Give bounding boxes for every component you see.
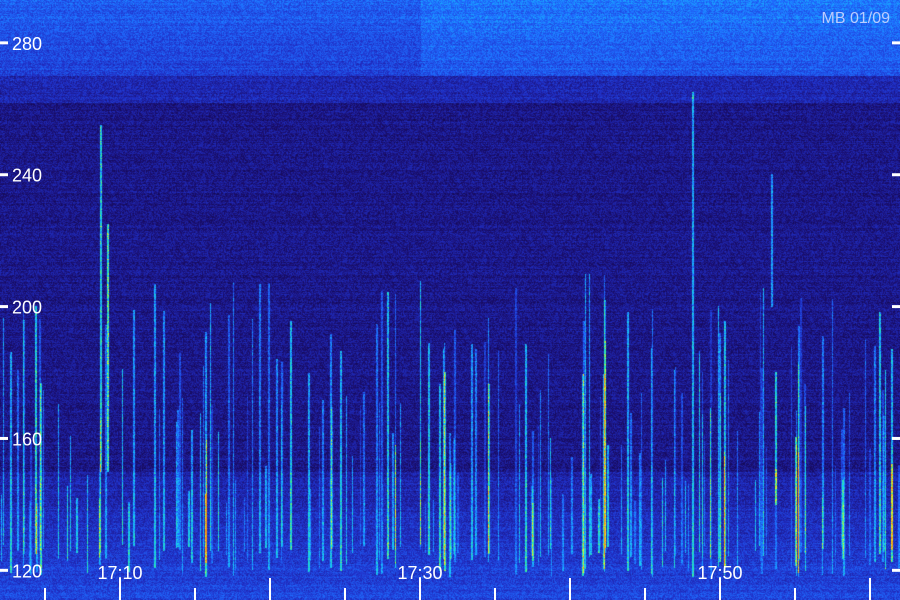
y-tick-label: 160 <box>12 429 42 449</box>
y-tick-label: 120 <box>12 561 42 581</box>
x-tick-label: 17:10 <box>97 563 142 583</box>
y-tick-label: 240 <box>12 166 42 186</box>
chart-overlay: MB 01/09 120 160 200 240 280 17:10 17:30 17:50 <box>0 10 900 600</box>
y-tick-label: 280 <box>12 34 42 54</box>
x-tick-label: 17:30 <box>397 563 442 583</box>
x-tick-label: 17:50 <box>697 563 742 583</box>
y-tick-label: 200 <box>12 298 42 318</box>
y-axis: 120 160 200 240 280 <box>0 34 900 581</box>
chart-title: MB 01/09 <box>822 10 891 27</box>
x-axis: 17:10 17:30 17:50 <box>44 563 871 600</box>
